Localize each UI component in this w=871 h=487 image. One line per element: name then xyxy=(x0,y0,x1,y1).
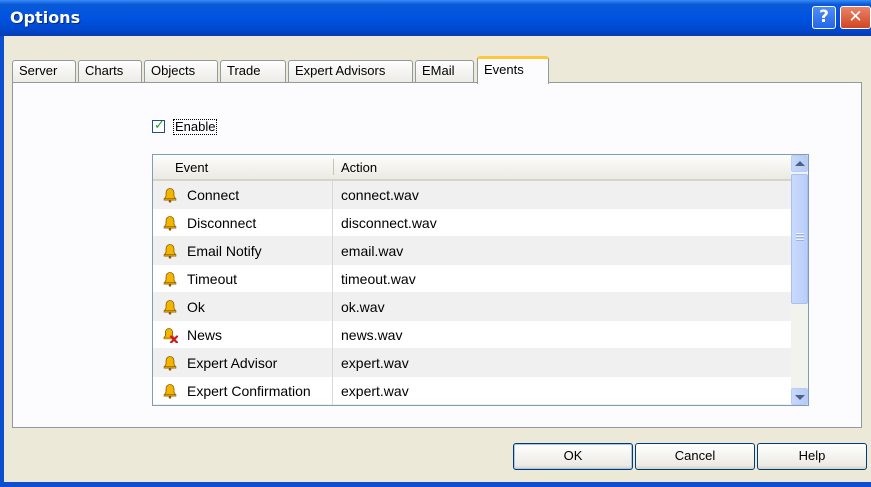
action-value: email.wav xyxy=(341,243,404,259)
checkbox-box[interactable]: ✓ xyxy=(152,118,165,133)
action-value: expert.wav xyxy=(341,383,409,399)
events-list[interactable]: Event Action Connect connect.wav Disconn… xyxy=(152,154,809,406)
title-bar[interactable]: Options ? ✕ xyxy=(0,0,871,36)
grip-line xyxy=(796,236,804,238)
event-cell: Expert Confirmation xyxy=(153,377,333,405)
bell-icon xyxy=(163,384,177,399)
event-name: Connect xyxy=(187,187,240,203)
event-name: Ok xyxy=(187,299,205,315)
bell-icon xyxy=(163,356,177,371)
list-row[interactable]: Connect connect.wav xyxy=(153,181,791,209)
tab-charts[interactable]: Charts xyxy=(78,60,142,82)
list-row[interactable]: Ok ok.wav xyxy=(153,293,791,321)
tab-events[interactable]: Events xyxy=(477,56,549,84)
event-cell: Disconnect xyxy=(153,209,333,237)
event-name: Expert Advisor xyxy=(187,355,278,371)
grip-line xyxy=(796,239,804,241)
window-border-left xyxy=(0,36,4,487)
list-row[interactable]: Expert Confirmation expert.wav xyxy=(153,377,791,405)
tab-email[interactable]: EMail xyxy=(415,60,474,82)
close-button[interactable]: ✕ xyxy=(840,6,871,29)
column-divider[interactable] xyxy=(333,159,334,175)
tab-expert-advisors[interactable]: Expert Advisors xyxy=(288,60,413,82)
chevron-up-icon xyxy=(795,161,805,166)
list-row[interactable]: Timeout timeout.wav xyxy=(153,265,791,293)
action-value: timeout.wav xyxy=(341,271,416,287)
help-button[interactable]: Help xyxy=(757,443,867,470)
window-title: Options xyxy=(10,8,81,27)
scroll-up-button[interactable] xyxy=(791,155,808,172)
action-value: news.wav xyxy=(341,327,403,343)
chevron-down-icon xyxy=(795,395,805,400)
ok-button[interactable]: OK xyxy=(513,443,633,470)
action-value: ok.wav xyxy=(341,299,385,315)
event-cell: Ok xyxy=(153,293,333,321)
window-border-bottom xyxy=(0,482,871,487)
scroll-down-button[interactable] xyxy=(791,388,808,405)
grip-line xyxy=(796,233,804,235)
event-name: Email Notify xyxy=(187,243,262,259)
list-row[interactable]: Disconnect disconnect.wav xyxy=(153,209,791,237)
column-header-action[interactable]: Action xyxy=(341,160,377,175)
column-header-event[interactable]: Event xyxy=(175,160,208,175)
scroll-thumb[interactable] xyxy=(791,174,808,304)
bell-icon xyxy=(163,216,177,231)
bell-icon xyxy=(163,244,177,259)
bell-icon xyxy=(163,272,177,287)
list-header: Event Action xyxy=(153,155,791,181)
help-title-button[interactable]: ? xyxy=(812,6,836,29)
action-value: disconnect.wav xyxy=(341,215,437,231)
event-cell: Connect xyxy=(153,181,333,209)
event-cell: News xyxy=(153,321,333,349)
bell-icon xyxy=(163,188,177,203)
action-value: expert.wav xyxy=(341,355,409,371)
checkmark-icon: ✓ xyxy=(154,118,165,133)
list-row[interactable]: Email Notify email.wav xyxy=(153,237,791,265)
event-name: Disconnect xyxy=(187,215,257,231)
event-cell: Timeout xyxy=(153,265,333,293)
cancel-button[interactable]: Cancel xyxy=(635,443,755,470)
action-value: connect.wav xyxy=(341,187,419,203)
event-name: News xyxy=(187,327,223,343)
event-name: Timeout xyxy=(187,271,238,287)
vertical-scrollbar[interactable] xyxy=(791,155,808,405)
event-name: Expert Confirmation xyxy=(187,383,311,399)
bell-icon xyxy=(163,300,177,315)
list-rows: Connect connect.wav Disconnect disconnec… xyxy=(153,181,791,405)
enable-label[interactable]: Enable xyxy=(173,119,218,135)
event-cell: Expert Advisor xyxy=(153,349,333,377)
tab-objects[interactable]: Objects xyxy=(144,60,218,82)
tab-trade[interactable]: Trade xyxy=(220,60,286,82)
bell-disabled-icon xyxy=(163,328,178,343)
event-cell: Email Notify xyxy=(153,237,333,265)
tab-server[interactable]: Server xyxy=(12,60,76,82)
list-row[interactable]: Expert Advisor expert.wav xyxy=(153,349,791,377)
list-row[interactable]: News news.wav xyxy=(153,321,791,349)
